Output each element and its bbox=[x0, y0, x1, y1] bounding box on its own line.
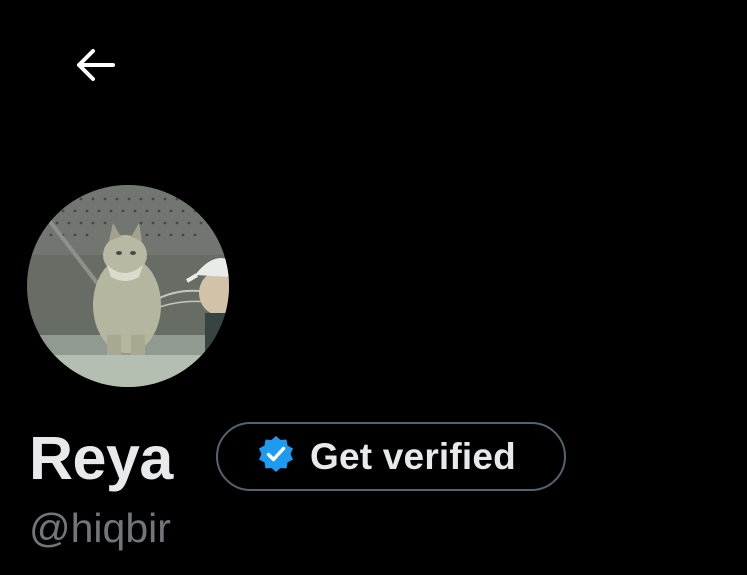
display-name: Reya bbox=[29, 423, 173, 492]
verified-badge-icon bbox=[256, 434, 296, 479]
profile-photo bbox=[27, 185, 229, 387]
get-verified-label: Get verified bbox=[310, 435, 516, 477]
profile-handle: @hiqbir bbox=[29, 505, 171, 551]
arrow-left-icon bbox=[76, 48, 116, 87]
back-button[interactable] bbox=[66, 40, 126, 94]
avatar[interactable] bbox=[27, 185, 229, 387]
name-row: Reya bbox=[29, 420, 173, 496]
get-verified-button[interactable]: Get verified bbox=[216, 422, 566, 491]
